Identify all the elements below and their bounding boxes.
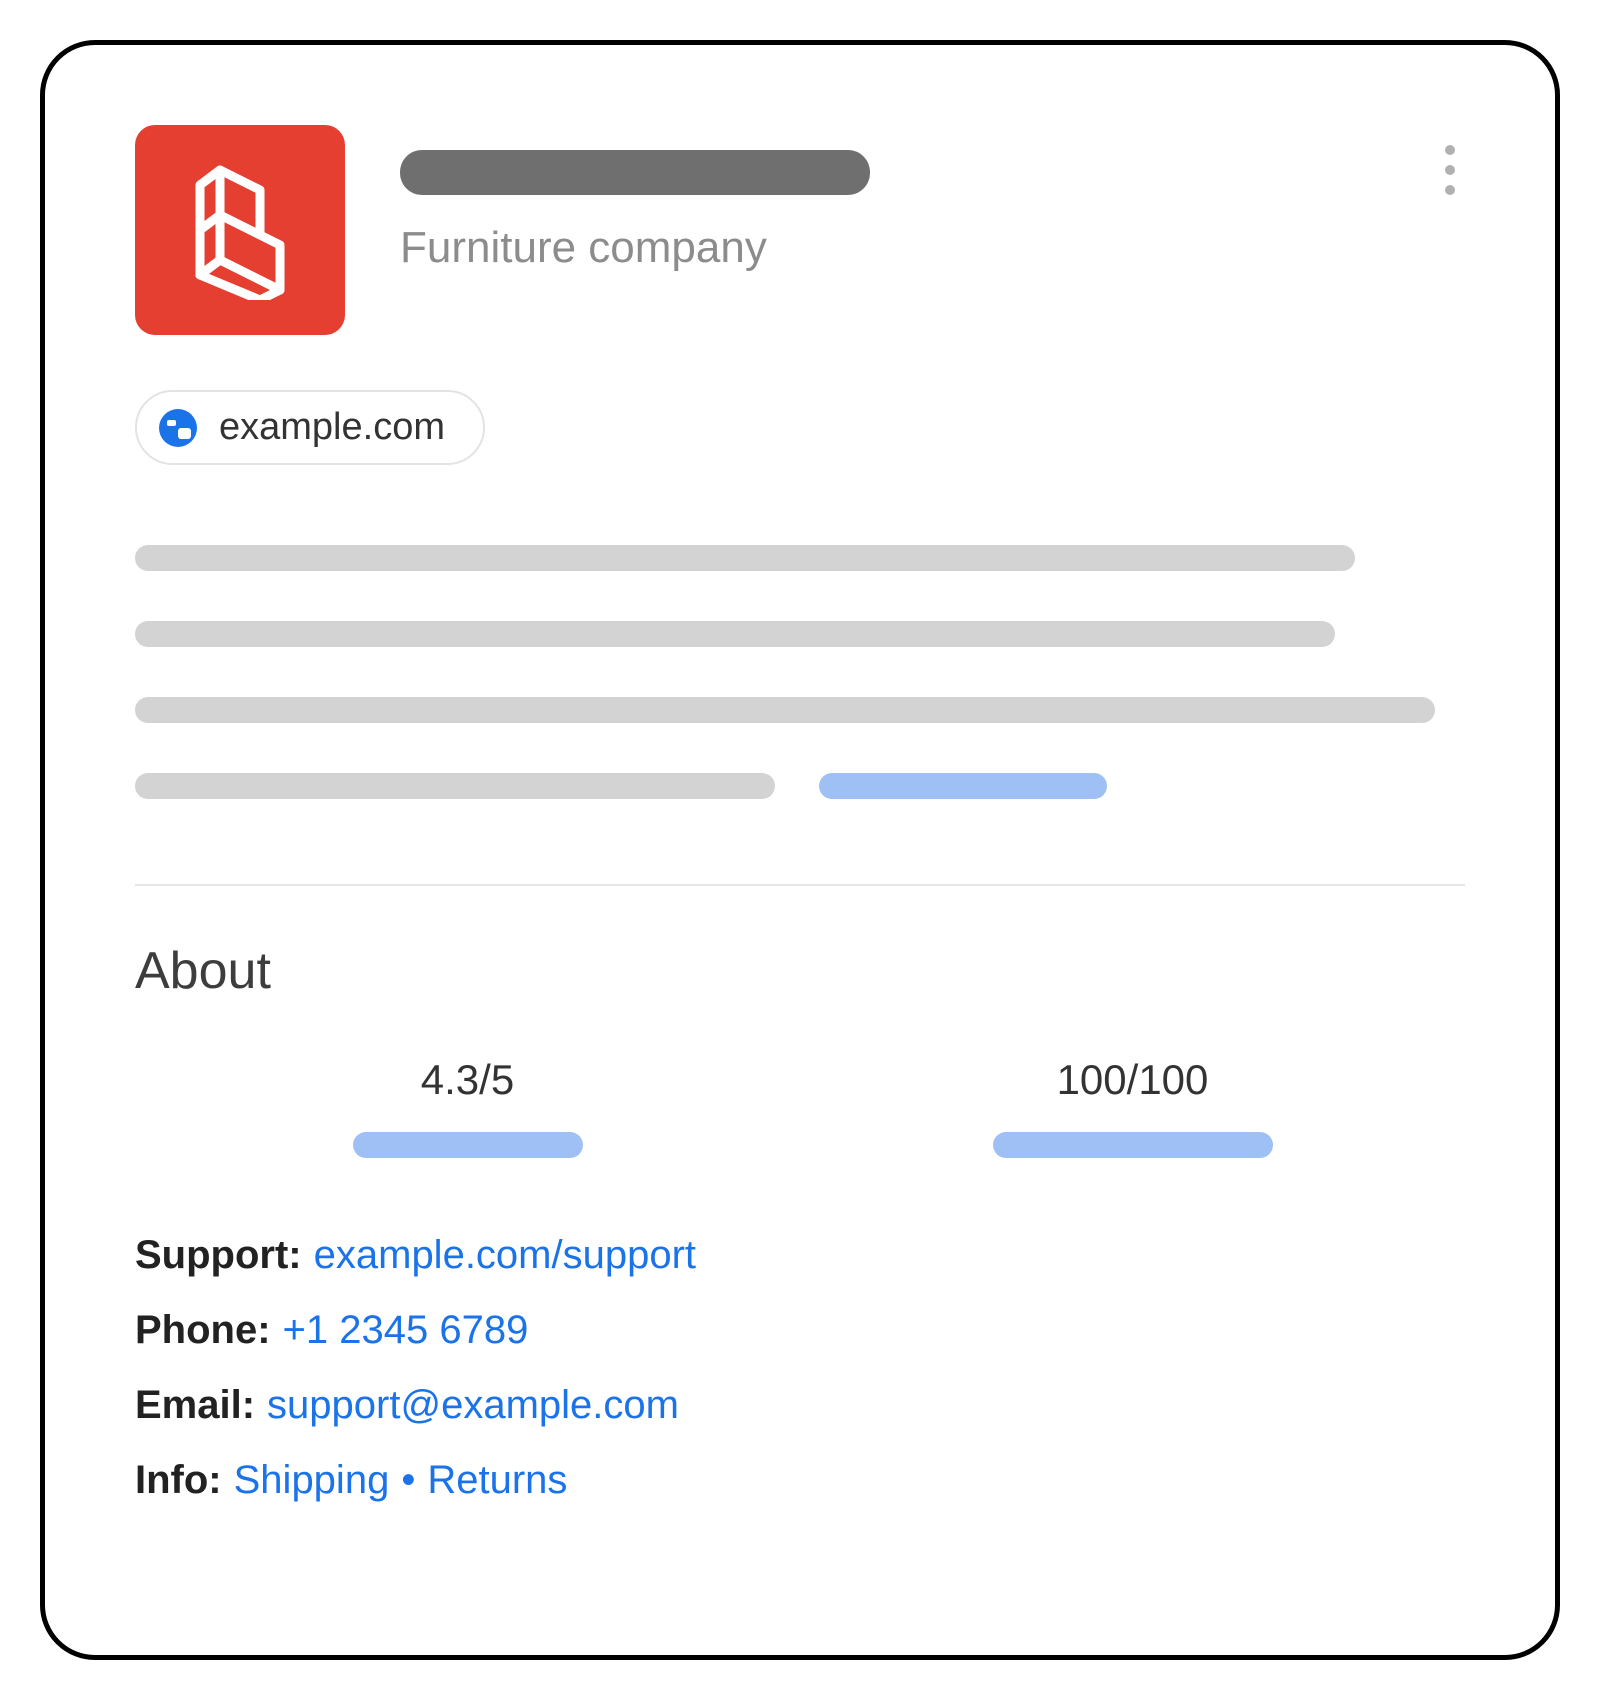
stats-row: 4.3/5 100/100 xyxy=(135,1056,1465,1158)
score-value: 100/100 xyxy=(1057,1056,1209,1104)
phone-link[interactable]: +1 2345 6789 xyxy=(283,1308,529,1353)
info-label: Info: xyxy=(135,1458,222,1503)
email-label: Email: xyxy=(135,1383,255,1428)
more-menu-button[interactable] xyxy=(1435,135,1465,205)
company-category: Furniture company xyxy=(400,223,1465,273)
stat-label-placeholder[interactable] xyxy=(993,1132,1273,1158)
section-divider xyxy=(135,884,1465,886)
dot-icon xyxy=(1445,145,1455,155)
knowledge-panel-card: Furniture company example.com About 4.3/… xyxy=(40,40,1560,1660)
score-stat: 100/100 xyxy=(800,1056,1465,1158)
email-link[interactable]: support@example.com xyxy=(267,1383,679,1428)
globe-icon xyxy=(159,409,197,447)
phone-label: Phone: xyxy=(135,1308,271,1353)
text-line-placeholder xyxy=(135,545,1355,571)
company-logo xyxy=(135,125,345,335)
title-block: Furniture company xyxy=(400,150,1465,273)
rating-stat: 4.3/5 xyxy=(135,1056,800,1158)
chair-icon xyxy=(180,160,300,300)
website-text: example.com xyxy=(219,406,445,449)
panel-header: Furniture company xyxy=(135,125,1465,335)
info-returns-link[interactable]: Returns xyxy=(427,1458,567,1503)
info-shipping-link[interactable]: Shipping xyxy=(234,1458,390,1503)
dot-icon xyxy=(1445,165,1455,175)
link-placeholder[interactable] xyxy=(819,773,1107,799)
text-line-placeholder xyxy=(135,773,775,799)
about-heading: About xyxy=(135,941,1465,1001)
description-placeholder-block xyxy=(135,545,1465,799)
rating-value: 4.3/5 xyxy=(421,1056,514,1104)
stat-label-placeholder[interactable] xyxy=(353,1132,583,1158)
contact-list: Support: example.com/support Phone: +1 2… xyxy=(135,1233,1465,1503)
text-line-row xyxy=(135,773,1465,799)
contact-row-email: Email: support@example.com xyxy=(135,1383,1465,1428)
text-line-placeholder xyxy=(135,697,1435,723)
contact-row-info: Info: Shipping • Returns xyxy=(135,1458,1465,1503)
dot-icon xyxy=(1445,185,1455,195)
bullet-separator: • xyxy=(401,1458,415,1503)
website-chip[interactable]: example.com xyxy=(135,390,485,465)
contact-row-support: Support: example.com/support xyxy=(135,1233,1465,1278)
support-label: Support: xyxy=(135,1233,302,1278)
company-name-placeholder xyxy=(400,150,870,195)
support-link[interactable]: example.com/support xyxy=(314,1233,696,1278)
text-line-placeholder xyxy=(135,621,1335,647)
contact-row-phone: Phone: +1 2345 6789 xyxy=(135,1308,1465,1353)
